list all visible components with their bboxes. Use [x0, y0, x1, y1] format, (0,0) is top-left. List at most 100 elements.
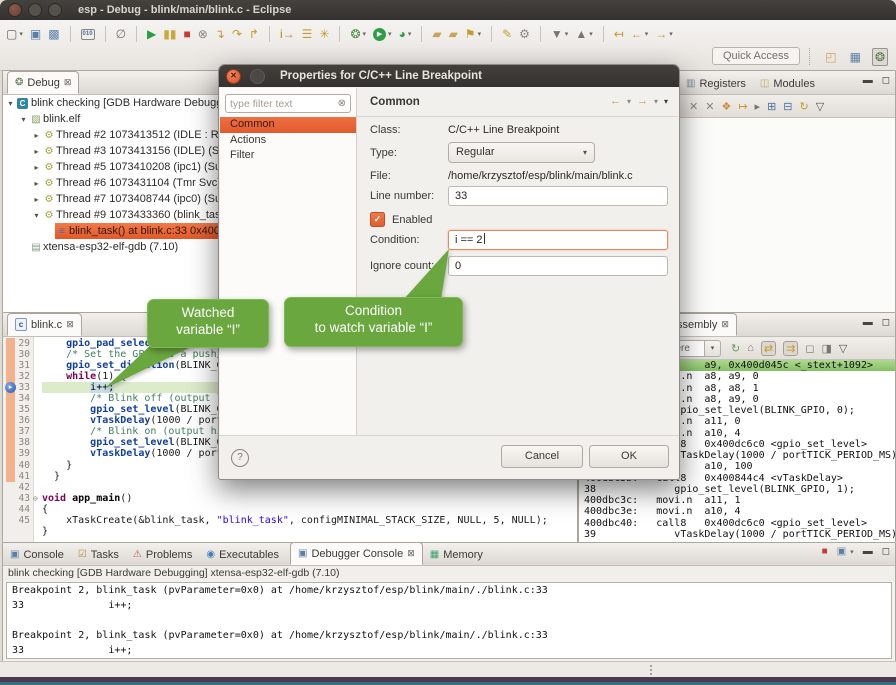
run-icon-dropdown[interactable]: ▾	[388, 30, 392, 38]
step-return-icon[interactable]: ↱	[249, 27, 259, 41]
terminate-console-icon[interactable]: ■	[822, 546, 828, 557]
code-line[interactable]: 44{	[3, 504, 577, 515]
ok-button[interactable]: OK	[589, 445, 669, 468]
fold-icon[interactable]: ⊖	[33, 493, 42, 504]
dialog-nav-item-filter[interactable]: Filter	[220, 148, 356, 164]
expand-all-icon[interactable]: ⊞	[767, 100, 776, 113]
tree-expand-icon[interactable]: ▸	[31, 131, 42, 140]
build-icon[interactable]: ⚙	[519, 27, 530, 41]
terminate-icon[interactable]: ■	[183, 27, 190, 41]
run-icon[interactable]: ▶	[373, 28, 386, 41]
window-minimize-button[interactable]	[28, 3, 42, 17]
minimize-view-icon[interactable]: ▬	[863, 75, 873, 86]
open-file-icon[interactable]: ▰	[449, 27, 458, 41]
debug-icon[interactable]: ❂	[350, 27, 360, 41]
tree-expand-icon[interactable]: ▸	[31, 195, 42, 204]
debug-perspective-icon[interactable]: ❂	[872, 48, 888, 66]
condition-input[interactable]: i == 2	[448, 230, 668, 250]
external-tools-icon-dropdown[interactable]: ▾	[478, 30, 482, 38]
suspend-icon[interactable]: ▮▮	[163, 27, 176, 41]
tree-expand-icon[interactable]: ▾	[5, 99, 16, 108]
forward-dropdown-icon[interactable]: ▾	[654, 97, 658, 106]
next-annotation-icon-dropdown[interactable]: ▾	[565, 30, 569, 38]
close-icon[interactable]: ⊠	[66, 319, 74, 330]
tab-memory[interactable]: ▦Memory	[423, 544, 490, 565]
tree-expand-icon[interactable]: ▸	[31, 163, 42, 172]
tree-expand-icon[interactable]: ▸	[31, 147, 42, 156]
sash-handle[interactable]	[650, 665, 655, 675]
refresh-disassembly-icon[interactable]: ↻	[731, 342, 740, 355]
deselect-icon[interactable]: ▸	[755, 100, 761, 113]
coverage-icon[interactable]: ◕	[399, 27, 406, 41]
back-dropdown-icon[interactable]: ▾	[627, 97, 631, 106]
tree-expand-icon[interactable]: ▾	[18, 115, 29, 124]
add-register-group-icon[interactable]: ↦	[738, 100, 747, 113]
help-icon[interactable]: ?	[231, 449, 249, 467]
resume-icon[interactable]: ▶	[147, 27, 156, 41]
close-icon[interactable]: ⊠	[407, 548, 415, 559]
code-line[interactable]: 42	[3, 482, 577, 493]
tab-problems[interactable]: ⚠Problems	[126, 544, 199, 565]
dialog-nav-item-actions[interactable]: Actions	[220, 133, 356, 149]
debug-icon-dropdown[interactable]: ▾	[363, 30, 367, 38]
tab-modules[interactable]: ◫ Modules	[753, 73, 822, 94]
code-line[interactable]: 43⊖void app_main()	[3, 493, 577, 504]
prev-annotation-icon[interactable]: ▲	[575, 27, 587, 41]
step-over-icon[interactable]: ↷	[232, 27, 242, 41]
clear-filter-icon[interactable]: ⊗	[338, 98, 346, 109]
tree-expand-icon[interactable]: ▸	[31, 179, 42, 188]
back-icon[interactable]: ←	[610, 95, 621, 107]
go-home-icon[interactable]: ⌂	[747, 342, 754, 354]
step-into-icon[interactable]: ↴	[215, 27, 225, 41]
prev-annotation-icon-dropdown[interactable]: ▾	[589, 30, 593, 38]
type-select[interactable]: Regular ▾	[448, 142, 595, 163]
external-tools-icon[interactable]: ⚑	[465, 27, 476, 41]
sync-selection-icon[interactable]: ⇄	[761, 341, 776, 356]
tab-debugger-console[interactable]: ▣Debugger Console⊠	[290, 542, 423, 565]
open-new-view-icon[interactable]: ◻	[805, 342, 814, 355]
drop-to-frame-icon[interactable]: ☰	[302, 27, 313, 41]
tab-registers[interactable]: ▥ Registers	[679, 73, 753, 94]
tab-blink-c[interactable]: c blink.c ⊠	[7, 313, 82, 336]
close-icon[interactable]: ⊠	[721, 319, 729, 330]
open-perspective-icon[interactable]: ◰	[823, 49, 838, 65]
forward-history-icon[interactable]: →	[655, 27, 667, 41]
remove-all-register-groups-icon[interactable]: ✕	[705, 100, 714, 113]
quick-access-button[interactable]: Quick Access	[712, 47, 800, 65]
last-edit-location-icon[interactable]: ↤	[614, 27, 624, 41]
coverage-icon-dropdown[interactable]: ▾	[408, 30, 412, 38]
filter-input[interactable]: type filter text ⊗	[225, 94, 351, 113]
console-output[interactable]: Breakpoint 2, blink_task (pvParameter=0x…	[6, 582, 892, 659]
close-icon[interactable]: ⊠	[64, 77, 72, 88]
save-all-icon[interactable]: ▩	[48, 27, 59, 41]
refresh-icon[interactable]: ↻	[800, 100, 809, 113]
display-console-icon[interactable]: ▣	[837, 546, 846, 557]
display-console-icon-dropdown[interactable]: ▾	[850, 548, 854, 556]
new-wizard-icon[interactable]: ▢	[6, 27, 17, 41]
skip-all-breakpoints-icon[interactable]: ∅	[116, 27, 126, 41]
tab-debug[interactable]: ❂ Debug ⊠	[7, 71, 79, 94]
minimize-icon[interactable]: ▬	[863, 546, 873, 557]
cpp-perspective-icon[interactable]: ▦	[848, 49, 863, 65]
open-project-icon[interactable]: ▰	[432, 27, 441, 41]
location-dropdown-icon[interactable]: ▾	[705, 340, 721, 357]
use-step-filters-icon[interactable]: ✳	[319, 27, 329, 41]
line-number-input[interactable]: 33	[448, 186, 668, 206]
forward-icon[interactable]: →	[637, 95, 648, 107]
view-menu-icon[interactable]: ▾	[664, 97, 668, 106]
forward-history-icon-dropdown[interactable]: ▾	[669, 30, 673, 38]
tree-expand-icon[interactable]: ▾	[31, 211, 42, 220]
remove-register-group-icon[interactable]: ✕	[689, 100, 698, 113]
breakpoint-icon[interactable]: ▸	[5, 382, 16, 393]
instruction-stepping-icon[interactable]: i→	[280, 27, 295, 41]
cancel-button[interactable]: Cancel	[501, 445, 583, 468]
mark-occurrences-icon[interactable]: ✎	[502, 27, 512, 41]
disconnect-icon[interactable]: ⊗	[198, 27, 208, 41]
new-binary-icon[interactable]: 010	[81, 29, 95, 40]
enabled-checkbox[interactable]: ✓	[370, 212, 385, 227]
tab-tasks[interactable]: ☑Tasks	[71, 544, 126, 565]
back-history-icon-dropdown[interactable]: ▾	[645, 30, 649, 38]
ignore-count-input[interactable]: 0	[448, 256, 668, 276]
new-wizard-icon-dropdown[interactable]: ▾	[19, 30, 23, 38]
dialog-close-button[interactable]: ✕	[226, 69, 241, 84]
